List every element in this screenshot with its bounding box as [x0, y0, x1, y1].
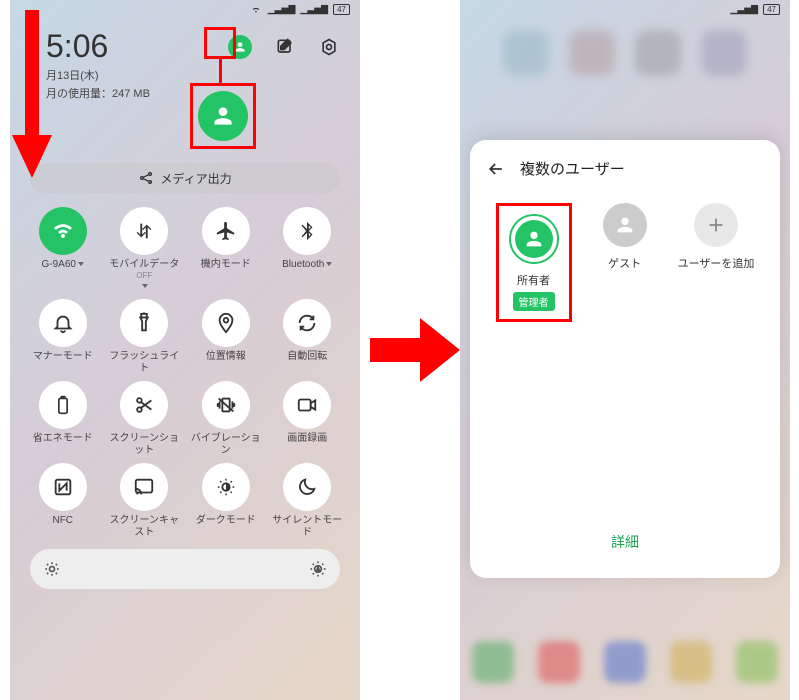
- airplane-icon: [215, 220, 237, 242]
- data-icon: [133, 220, 155, 242]
- tile-nfc[interactable]: NFC: [22, 463, 104, 539]
- add-label: ユーザーを追加: [678, 255, 755, 271]
- swipe-down-arrow-icon: [12, 10, 52, 180]
- tile-flashlight[interactable]: フラッシュライト: [104, 299, 186, 375]
- add-user-icon: [694, 203, 738, 247]
- wifi-icon: [51, 219, 75, 243]
- user-owner[interactable]: 所有者 管理者: [509, 214, 559, 311]
- highlight-connector: [219, 57, 222, 85]
- tile-vibration[interactable]: バイブレーション: [185, 381, 267, 457]
- battery-icon: [53, 394, 73, 416]
- owner-label: 所有者: [517, 272, 550, 288]
- tile-battery-saver[interactable]: 省エネモード: [22, 381, 104, 457]
- back-arrow-icon[interactable]: [486, 159, 506, 179]
- modal-title: 複数のユーザー: [520, 158, 625, 179]
- user-add[interactable]: ユーザーを追加: [678, 203, 755, 322]
- highlight-owner-box: 所有者 管理者: [496, 203, 572, 322]
- detail-button[interactable]: 詳細: [480, 522, 770, 562]
- highlight-box-top: [204, 27, 236, 59]
- bell-icon: [52, 312, 74, 334]
- settings-icon[interactable]: [318, 36, 340, 58]
- media-output-button[interactable]: メディア出力: [30, 163, 340, 193]
- signal-icon-2: ▁▃▅▇: [300, 4, 328, 15]
- tile-label: フラッシュライト: [107, 351, 181, 375]
- moon-icon: [296, 476, 318, 498]
- tile-wifi[interactable]: G-9A60: [22, 207, 104, 293]
- tile-label: NFC: [52, 515, 73, 527]
- brightness-slider[interactable]: A: [30, 549, 340, 589]
- multi-user-modal: 複数のユーザー 所有者 管理者 ゲスト ユーザーを追加 詳細: [470, 140, 780, 578]
- tile-mobile-data[interactable]: モバイルデータOFF: [104, 207, 186, 293]
- signal-icon: ▁▃▅▇: [268, 4, 296, 15]
- tile-label: 自動回転: [287, 351, 327, 363]
- tile-label: マナーモード: [33, 351, 93, 363]
- battery-indicator: 47: [333, 4, 350, 15]
- status-bar: ▁▃▅▇ 47: [730, 4, 780, 15]
- owner-badge: 管理者: [513, 292, 555, 311]
- vibration-icon: [215, 394, 237, 416]
- tile-dark[interactable]: ダークモード: [185, 463, 267, 539]
- blurred-dock: [460, 632, 790, 692]
- user-icon-enlarged: [198, 91, 248, 141]
- wifi-indicator-icon: [249, 5, 263, 15]
- tile-cast[interactable]: スクリーンキャスト: [104, 463, 186, 539]
- tile-label: 画面録画: [287, 433, 327, 445]
- rotate-icon: [296, 312, 318, 334]
- guest-label: ゲスト: [608, 255, 641, 271]
- blurred-bg-top: [460, 30, 790, 120]
- data-usage-text[interactable]: 月の使用量：247 MB: [22, 85, 348, 101]
- status-bar: ▁▃▅▇ ▁▃▅▇ 47: [249, 4, 350, 15]
- cast-icon: [133, 476, 155, 498]
- dark-icon: [215, 476, 237, 498]
- tile-airplane[interactable]: 機内モード: [185, 207, 267, 293]
- phone-multi-user: ▁▃▅▇ 47 複数のユーザー 所有者 管理者 ゲスト ユーザ: [460, 0, 790, 700]
- tile-label: 機内モード: [201, 259, 251, 271]
- record-icon: [296, 394, 318, 416]
- transition-arrow-icon: [370, 310, 460, 390]
- brightness-low-icon: [42, 559, 62, 579]
- media-output-label: メディア出力: [160, 170, 231, 187]
- highlight-box-big: [190, 83, 256, 149]
- tile-record[interactable]: 画面録画: [267, 381, 349, 457]
- tile-label: Bluetooth: [282, 259, 332, 271]
- tile-label: 位置情報: [206, 351, 246, 363]
- date-text: 月13日(木): [22, 67, 348, 83]
- location-icon: [215, 312, 237, 334]
- edit-icon[interactable]: [274, 36, 296, 58]
- phone-quick-settings: ▁▃▅▇ ▁▃▅▇ 47 5:06 月13日(木) 月の使用量：247 MB メ…: [10, 0, 360, 700]
- tile-location[interactable]: 位置情報: [185, 299, 267, 375]
- tile-label: G-9A60: [42, 259, 84, 271]
- tile-label: バイブレーション: [189, 433, 263, 457]
- brightness-auto-icon: A: [308, 559, 328, 579]
- tile-silent[interactable]: サイレントモード: [267, 463, 349, 539]
- quick-settings-grid: G-9A60 モバイルデータOFF 機内モード Bluetooth マナーモード…: [22, 207, 348, 539]
- tile-screenshot[interactable]: スクリーンショット: [104, 381, 186, 457]
- guest-avatar-icon: [603, 203, 647, 247]
- flashlight-icon: [133, 312, 155, 334]
- tile-label: ダークモード: [196, 515, 256, 527]
- tile-label: サイレントモード: [270, 515, 344, 539]
- media-icon: [138, 170, 154, 186]
- owner-avatar-icon: [515, 220, 553, 258]
- tile-label: スクリーンキャスト: [107, 515, 181, 539]
- bluetooth-icon: [296, 220, 318, 242]
- scissors-icon: [133, 394, 155, 416]
- tile-rotate[interactable]: 自動回転: [267, 299, 349, 375]
- tile-manner[interactable]: マナーモード: [22, 299, 104, 375]
- tile-bluetooth[interactable]: Bluetooth: [267, 207, 349, 293]
- tile-label: モバイルデータOFF: [109, 259, 179, 293]
- tile-label: 省エネモード: [33, 433, 93, 445]
- user-guest[interactable]: ゲスト: [603, 203, 647, 322]
- nfc-icon: [52, 476, 74, 498]
- tile-label: スクリーンショット: [107, 433, 181, 457]
